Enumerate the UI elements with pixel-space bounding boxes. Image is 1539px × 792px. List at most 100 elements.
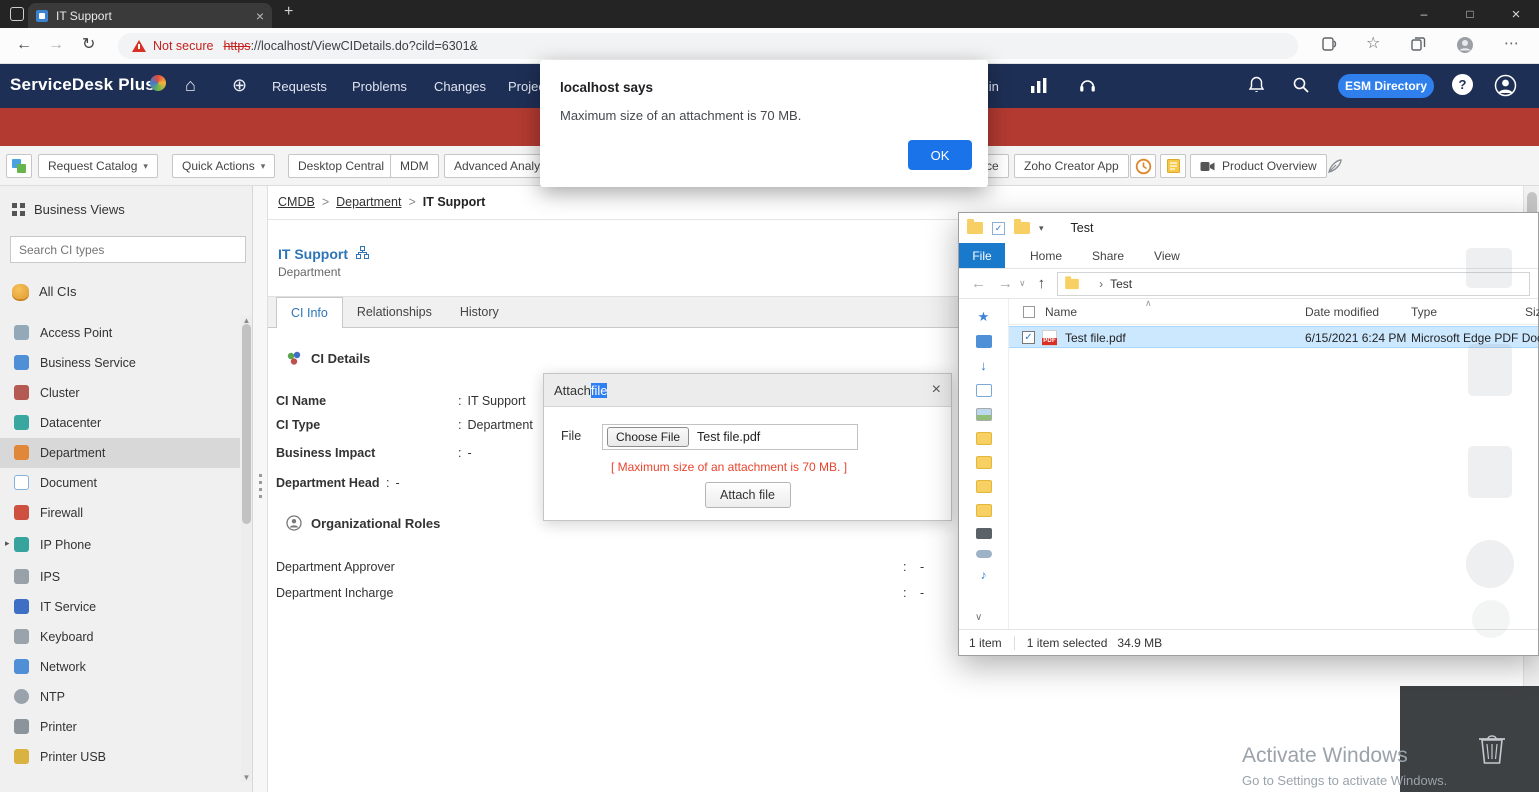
sidebar-item-ips[interactable]: IPS xyxy=(0,562,240,592)
tab-close-icon[interactable] xyxy=(256,9,264,23)
column-date-modified[interactable]: Date modified xyxy=(1305,305,1379,319)
column-type[interactable]: Type xyxy=(1411,305,1437,319)
tab-ci-info[interactable]: CI Info xyxy=(276,297,343,328)
request-catalog-button[interactable]: Request Catalog xyxy=(38,154,158,178)
menu-share[interactable]: Share xyxy=(1077,243,1139,268)
folder-icon[interactable] xyxy=(975,480,992,493)
browser-forward-button[interactable] xyxy=(48,37,64,53)
esm-directory-button[interactable]: ESM Directory xyxy=(1338,74,1434,98)
new-folder-icon[interactable] xyxy=(1014,219,1030,234)
notes-icon[interactable] xyxy=(1160,154,1186,178)
file-row-selected[interactable]: PDF Test file.pdf 6/15/2021 6:24 PM Micr… xyxy=(1009,326,1539,348)
scheduler-clock-icon[interactable] xyxy=(1130,154,1156,178)
sidebar-item-datacenter[interactable]: Datacenter xyxy=(0,408,240,438)
search-icon[interactable] xyxy=(1292,76,1310,99)
breadcrumb-department[interactable]: Department xyxy=(336,195,401,209)
column-size[interactable]: Size xyxy=(1525,305,1539,319)
favorites-star-icon[interactable] xyxy=(1366,36,1380,52)
alert-ok-button[interactable]: OK xyxy=(908,140,972,170)
nav-problems[interactable]: Problems xyxy=(352,79,407,94)
sidebar-scrollbar[interactable]: ▲ ▼ xyxy=(241,316,252,782)
sidebar-item-printer[interactable]: Printer xyxy=(0,712,240,742)
business-views-header[interactable]: Business Views xyxy=(12,202,125,217)
column-name[interactable]: Name xyxy=(1045,305,1077,319)
quick-access-check-icon[interactable] xyxy=(992,221,1005,235)
row-checkbox[interactable] xyxy=(1022,331,1035,344)
explorer-up-button[interactable] xyxy=(1038,276,1046,291)
this-pc-icon[interactable] xyxy=(975,528,992,539)
pane-scroll-chevron-icon[interactable] xyxy=(975,613,982,623)
zoho-creator-button[interactable]: Zoho Creator App xyxy=(1014,154,1129,178)
read-aloud-icon[interactable] xyxy=(1322,36,1338,55)
documents-icon[interactable] xyxy=(975,384,992,397)
sidebar-item-firewall[interactable]: Firewall xyxy=(0,498,240,528)
sidebar-item-ip-phone[interactable]: IP Phone xyxy=(0,530,240,560)
expand-chevron-icon[interactable] xyxy=(5,539,10,548)
modal-close-icon[interactable] xyxy=(932,382,941,398)
sidebar-item-ntp[interactable]: NTP xyxy=(0,682,240,712)
workspaces-icon[interactable] xyxy=(10,7,24,21)
choose-file-button[interactable]: Choose File xyxy=(607,427,690,447)
onedrive-icon[interactable] xyxy=(975,335,992,348)
explorer-nav-pane[interactable] xyxy=(959,299,1009,629)
security-label[interactable]: Not secure xyxy=(153,39,213,53)
product-overview-button[interactable]: Product Overview xyxy=(1190,154,1327,178)
sidebar-item-printer-usb[interactable]: Printer USB xyxy=(0,742,240,772)
recycle-bin-icon[interactable] xyxy=(1476,730,1508,769)
explorer-title-bar[interactable]: Test xyxy=(959,213,1538,243)
quick-actions-button[interactable]: Quick Actions xyxy=(172,154,276,178)
menu-view[interactable]: View xyxy=(1139,243,1195,268)
brand-logo[interactable]: ServiceDesk Plus xyxy=(10,75,155,95)
file-input[interactable]: Choose File Test file.pdf xyxy=(602,424,858,450)
sidebar-item-access-point[interactable]: Access Point xyxy=(0,318,240,348)
help-icon[interactable]: ? xyxy=(1452,74,1473,95)
menu-file[interactable]: File xyxy=(959,243,1005,268)
collections-icon[interactable] xyxy=(1410,36,1426,55)
notifications-bell-icon[interactable] xyxy=(1248,76,1265,99)
browser-refresh-button[interactable] xyxy=(82,37,95,53)
browser-profile-avatar[interactable] xyxy=(1456,36,1474,57)
breadcrumb-cmdb[interactable]: CMDB xyxy=(278,195,315,209)
nav-requests[interactable]: Requests xyxy=(272,79,327,94)
support-headset-icon[interactable] xyxy=(1078,77,1097,99)
search-ci-input[interactable] xyxy=(11,237,245,262)
url-field[interactable]: Not secure https://localhost/ViewCIDetai… xyxy=(118,33,1298,59)
browser-menu-icon[interactable] xyxy=(1504,36,1519,51)
user-avatar-icon[interactable] xyxy=(1494,74,1517,102)
sidebar-item-keyboard[interactable]: Keyboard xyxy=(0,622,240,652)
select-all-checkbox[interactable] xyxy=(1023,306,1035,318)
attach-file-button[interactable]: Attach file xyxy=(704,482,791,508)
sidebar-item-network[interactable]: Network xyxy=(0,652,240,682)
add-ci-icon[interactable] xyxy=(6,154,32,178)
window-close-button[interactable] xyxy=(1493,0,1539,28)
scrollbar-thumb[interactable] xyxy=(242,324,251,524)
explorer-forward-button[interactable] xyxy=(998,276,1013,291)
sidebar-item-department[interactable]: Department xyxy=(0,438,240,468)
explorer-address-bar[interactable]: Test xyxy=(1057,271,1530,296)
downloads-icon[interactable] xyxy=(976,359,992,373)
feedback-quill-icon[interactable] xyxy=(1322,154,1348,178)
sidebar-item-document[interactable]: Document xyxy=(0,468,240,498)
mdm-button[interactable]: MDM xyxy=(390,154,439,178)
file-name[interactable]: Test file.pdf xyxy=(1065,331,1126,345)
tab-history[interactable]: History xyxy=(446,297,513,327)
menu-home[interactable]: Home xyxy=(1015,243,1077,268)
home-icon[interactable] xyxy=(185,76,196,94)
quick-access-chevron-icon[interactable] xyxy=(1039,224,1044,233)
globe-icon[interactable] xyxy=(232,76,247,94)
sidebar-item-cluster[interactable]: Cluster xyxy=(0,378,240,408)
nav-changes[interactable]: Changes xyxy=(434,79,486,94)
folder-icon[interactable] xyxy=(975,432,992,445)
new-tab-button[interactable] xyxy=(284,4,293,20)
desktop-central-button[interactable]: Desktop Central xyxy=(288,154,395,178)
hierarchy-icon[interactable] xyxy=(356,246,369,262)
pictures-icon[interactable] xyxy=(975,408,992,421)
window-minimize-button[interactable] xyxy=(1401,0,1447,28)
sidebar-item-all-cis[interactable]: All CIs xyxy=(12,284,77,299)
folder-icon[interactable] xyxy=(975,504,992,517)
music-icon[interactable] xyxy=(976,569,992,583)
drive-icon[interactable] xyxy=(975,550,992,558)
tab-relationships[interactable]: Relationships xyxy=(343,297,446,327)
window-maximize-button[interactable] xyxy=(1447,0,1493,28)
sidebar-item-business-service[interactable]: Business Service xyxy=(0,348,240,378)
